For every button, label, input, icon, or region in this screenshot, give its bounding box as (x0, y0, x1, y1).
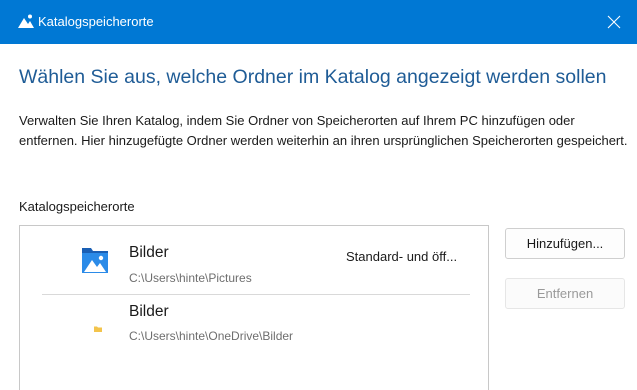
location-name: Bilder (129, 244, 169, 261)
locations-list: Bilder C:\Users\hinte\Pictures Standard-… (19, 225, 489, 390)
location-path: C:\Users\hinte\OneDrive\Bilder (129, 329, 294, 343)
location-status: Standard- und öff... (346, 249, 458, 264)
add-button[interactable]: Hinzufügen... (505, 228, 625, 259)
list-item[interactable]: Bilder C:\Users\hinte\OneDrive\Bilder (20, 295, 488, 357)
location-path: C:\Users\hinte\Pictures (129, 271, 252, 285)
locations-label: Katalogspeicherorte (19, 199, 135, 214)
dialog-description: Verwalten Sie Ihren Katalog, indem Sie O… (19, 113, 628, 148)
dialog-heading: Wählen Sie aus, welche Ordner im Katalog… (19, 66, 607, 88)
close-button[interactable] (591, 0, 637, 44)
location-name: Bilder (129, 303, 169, 320)
close-icon (607, 15, 621, 29)
photos-app-icon (17, 13, 35, 29)
window-title: Katalogspeicherorte (38, 14, 154, 29)
remove-button[interactable]: Entfernen (505, 278, 625, 309)
list-item[interactable]: Bilder C:\Users\hinte\Pictures Standard-… (20, 226, 488, 288)
pictures-folder-icon (81, 244, 109, 279)
catalog-locations-dialog: Katalogspeicherorte Wählen Sie aus, welc… (0, 0, 637, 390)
folder-icon (94, 319, 102, 337)
title-bar: Katalogspeicherorte (0, 0, 637, 44)
